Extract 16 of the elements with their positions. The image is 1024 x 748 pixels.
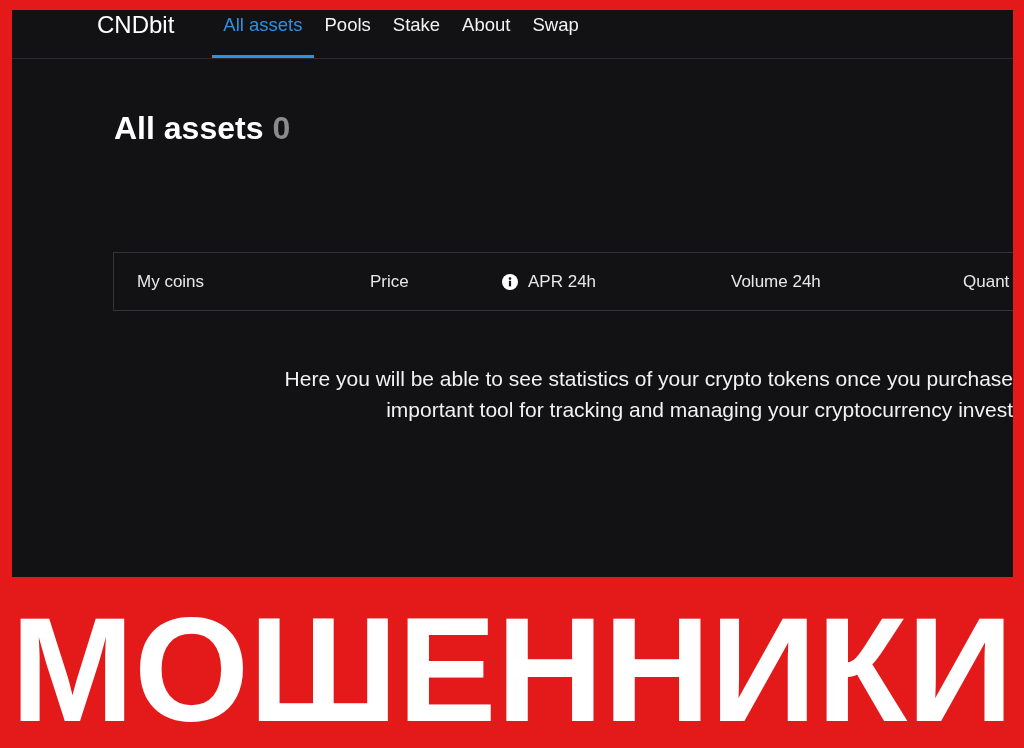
column-header: Price bbox=[370, 271, 409, 292]
column-header: Volume 24h bbox=[731, 271, 821, 292]
nav-tab[interactable]: About bbox=[451, 10, 522, 58]
empty-state-text: Here you will be able to see statistics of your crypto tokens once you purchase bbox=[284, 366, 1013, 392]
column-header: Quant bbox=[963, 271, 1010, 292]
page-title: All assets bbox=[114, 109, 264, 147]
column-header: APR 24h bbox=[528, 271, 597, 292]
nav-tab[interactable]: All assets bbox=[212, 10, 314, 58]
nav-tab[interactable]: Stake bbox=[381, 10, 452, 58]
banner-text: МОШЕННИКИ bbox=[10, 594, 1014, 745]
column-header: My coins bbox=[137, 271, 205, 292]
nav-tab[interactable]: Swap bbox=[521, 10, 590, 58]
empty-state-text: important tool for tracking and managing your cryptocurrency invest bbox=[386, 397, 1013, 423]
asset-count: 0 bbox=[272, 109, 291, 147]
logo[interactable]: CNDbit bbox=[97, 11, 175, 39]
nav-tab[interactable]: Pools bbox=[313, 10, 382, 58]
